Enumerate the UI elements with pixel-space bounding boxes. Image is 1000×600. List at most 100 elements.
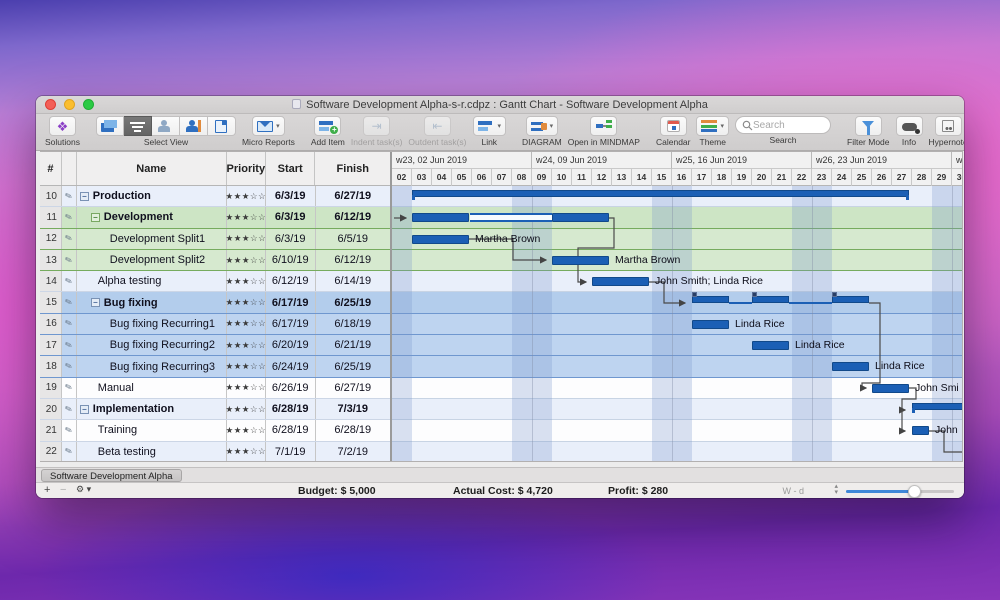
gantt-row[interactable] [392, 207, 962, 228]
info-icon [902, 123, 917, 131]
gantt-row[interactable]: John Smith; Linda Rice [392, 271, 962, 292]
summary-bar[interactable] [412, 190, 909, 197]
table-row[interactable]: 15✎−Bug fixing★★★☆☆6/17/196/25/19 [40, 292, 390, 313]
day-header-cell: 10 [552, 169, 572, 186]
row-number: 18 [40, 356, 62, 376]
table-row[interactable]: 13✎Development Split2★★★☆☆6/10/196/12/19 [40, 250, 390, 271]
table-row[interactable]: 11✎−Development★★★☆☆6/3/196/12/19 [40, 207, 390, 228]
micro-reports-button[interactable]: ▾ Micro Reports [242, 116, 295, 147]
view-resource-usage-button[interactable] [180, 116, 208, 136]
split-task-bar[interactable] [552, 213, 609, 222]
gantt-bar[interactable] [912, 426, 929, 435]
column-header-finish[interactable]: Finish [315, 152, 390, 185]
remove-project-button[interactable]: − [60, 484, 66, 496]
gantt-row[interactable] [392, 186, 962, 207]
task-type-icon: ✎ [62, 207, 77, 227]
table-row[interactable]: 19✎Manual★★★☆☆6/26/196/27/19 [40, 378, 390, 399]
indent-task-button[interactable]: ⇥ Indent task(s) [351, 116, 403, 147]
gantt-row[interactable]: Linda Rice [392, 335, 962, 356]
indent-icon: ⇥ [372, 120, 382, 132]
gantt-bar[interactable] [552, 256, 609, 265]
gantt-row[interactable] [392, 399, 962, 420]
view-documents-button[interactable] [208, 116, 236, 136]
table-row[interactable]: 14✎Alpha testing★★★☆☆6/12/196/14/19 [40, 271, 390, 292]
open-in-mindmap-button[interactable]: Open in MINDMAP [568, 116, 640, 147]
column-header-number[interactable]: # [40, 152, 62, 185]
gantt-row[interactable] [392, 442, 962, 461]
gantt-row[interactable]: John Smi [392, 378, 962, 399]
info-button[interactable]: Info [896, 116, 923, 147]
gantt-bar[interactable] [692, 320, 729, 329]
recurring-summary-bar[interactable] [832, 296, 869, 303]
recurring-summary-bar[interactable] [692, 296, 729, 303]
column-header-priority[interactable]: Priority [227, 152, 266, 185]
table-row[interactable]: 17✎Bug fixing Recurring2★★★☆☆6/20/196/21… [40, 335, 390, 356]
pencil-icon: ✎ [64, 424, 74, 437]
outdent-task-button[interactable]: ⇤ Outdent task(s) [408, 116, 466, 147]
summary-end-cap [906, 195, 909, 200]
row-number: 15 [40, 292, 62, 312]
table-row[interactable]: 10✎−Production★★★☆☆6/3/196/27/19 [40, 186, 390, 207]
table-row[interactable]: 18✎Bug fixing Recurring3★★★☆☆6/24/196/25… [40, 356, 390, 377]
link-button[interactable]: ▾ Link [473, 116, 507, 147]
table-row[interactable]: 16✎Bug fixing Recurring1★★★☆☆6/17/196/18… [40, 314, 390, 335]
view-projects-button[interactable] [96, 116, 124, 136]
table-row[interactable]: 22✎Beta testing★★★☆☆7/1/197/2/19 [40, 442, 390, 462]
priority-stars: ★★★☆☆ [227, 314, 266, 334]
priority-stars: ★★★☆☆ [227, 420, 266, 440]
split-task-bar[interactable] [412, 213, 469, 222]
gantt-bar[interactable] [752, 341, 789, 350]
collapse-expander[interactable]: − [80, 405, 89, 414]
project-tab[interactable]: Software Development Alpha [41, 469, 182, 482]
column-header-icon[interactable] [62, 152, 77, 185]
filter-mode-button[interactable]: Filter Mode [847, 116, 890, 147]
gear-menu-button[interactable]: ⚙ ▾ [76, 484, 91, 495]
gantt-row[interactable]: Linda Rice [392, 356, 962, 377]
timescale-slider[interactable] [846, 490, 954, 493]
gantt-row[interactable]: Martha Brown [392, 229, 962, 250]
week-header-cell: w26, 23 Jun 2019 [812, 152, 952, 169]
finish-date: 6/27/19 [316, 378, 390, 398]
calendar-button[interactable]: Calendar [656, 116, 691, 147]
gantt-row[interactable]: Martha Brown [392, 250, 962, 271]
add-project-button[interactable]: + [44, 484, 50, 496]
recurring-summary-bar[interactable] [752, 296, 789, 303]
table-row[interactable]: 21✎Training★★★☆☆6/28/196/28/19 [40, 420, 390, 441]
week-header-cell: w27 [952, 152, 962, 169]
search-input[interactable] [753, 120, 823, 131]
day-header-cell: 06 [472, 169, 492, 186]
column-header-start[interactable]: Start [266, 152, 316, 185]
gantt-bar[interactable] [872, 384, 909, 393]
summary-bar[interactable] [912, 403, 962, 410]
add-item-button[interactable]: + Add Item [311, 116, 345, 147]
gantt-bar[interactable] [592, 277, 649, 286]
collapse-expander[interactable]: − [91, 213, 100, 222]
slider-thumb[interactable] [908, 485, 921, 498]
chevron-down-icon: ▾ [498, 122, 502, 130]
table-row[interactable]: 20✎−Implementation★★★☆☆6/28/197/3/19 [40, 399, 390, 420]
gantt-bar[interactable] [832, 362, 869, 371]
zoom-stepper[interactable]: ▴▾ [834, 484, 838, 496]
view-resources-button[interactable] [152, 116, 180, 136]
pencil-icon: ✎ [64, 296, 74, 309]
theme-button[interactable]: ▾ Theme [696, 116, 729, 147]
diagram-button[interactable]: ▾ DIAGRAM [522, 116, 562, 147]
solutions-button[interactable]: ❖ Solutions [45, 116, 80, 147]
pencil-icon: ✎ [64, 339, 74, 352]
gantt-row[interactable] [392, 292, 962, 313]
column-header-name[interactable]: Name [77, 152, 227, 185]
pencil-icon: ✎ [64, 382, 74, 395]
view-gantt-button[interactable] [124, 116, 152, 136]
search-field[interactable] [735, 116, 831, 134]
gantt-row[interactable]: Linda Rice [392, 314, 962, 335]
row-number: 22 [40, 442, 62, 462]
titlebar[interactable]: Software Development Alpha-s-r.cdpz : Ga… [36, 96, 964, 114]
collapse-expander[interactable]: − [80, 192, 89, 201]
collapse-expander[interactable]: − [91, 298, 100, 307]
hypernote-button[interactable]: Hypernote [929, 116, 964, 147]
gantt-row[interactable]: John [392, 420, 962, 441]
window-title: Software Development Alpha-s-r.cdpz : Ga… [36, 99, 964, 111]
table-row[interactable]: 12✎Development Split1★★★☆☆6/3/196/5/19 [40, 229, 390, 250]
task-name: Development Split2 [110, 254, 205, 266]
gantt-bar[interactable] [412, 235, 469, 244]
